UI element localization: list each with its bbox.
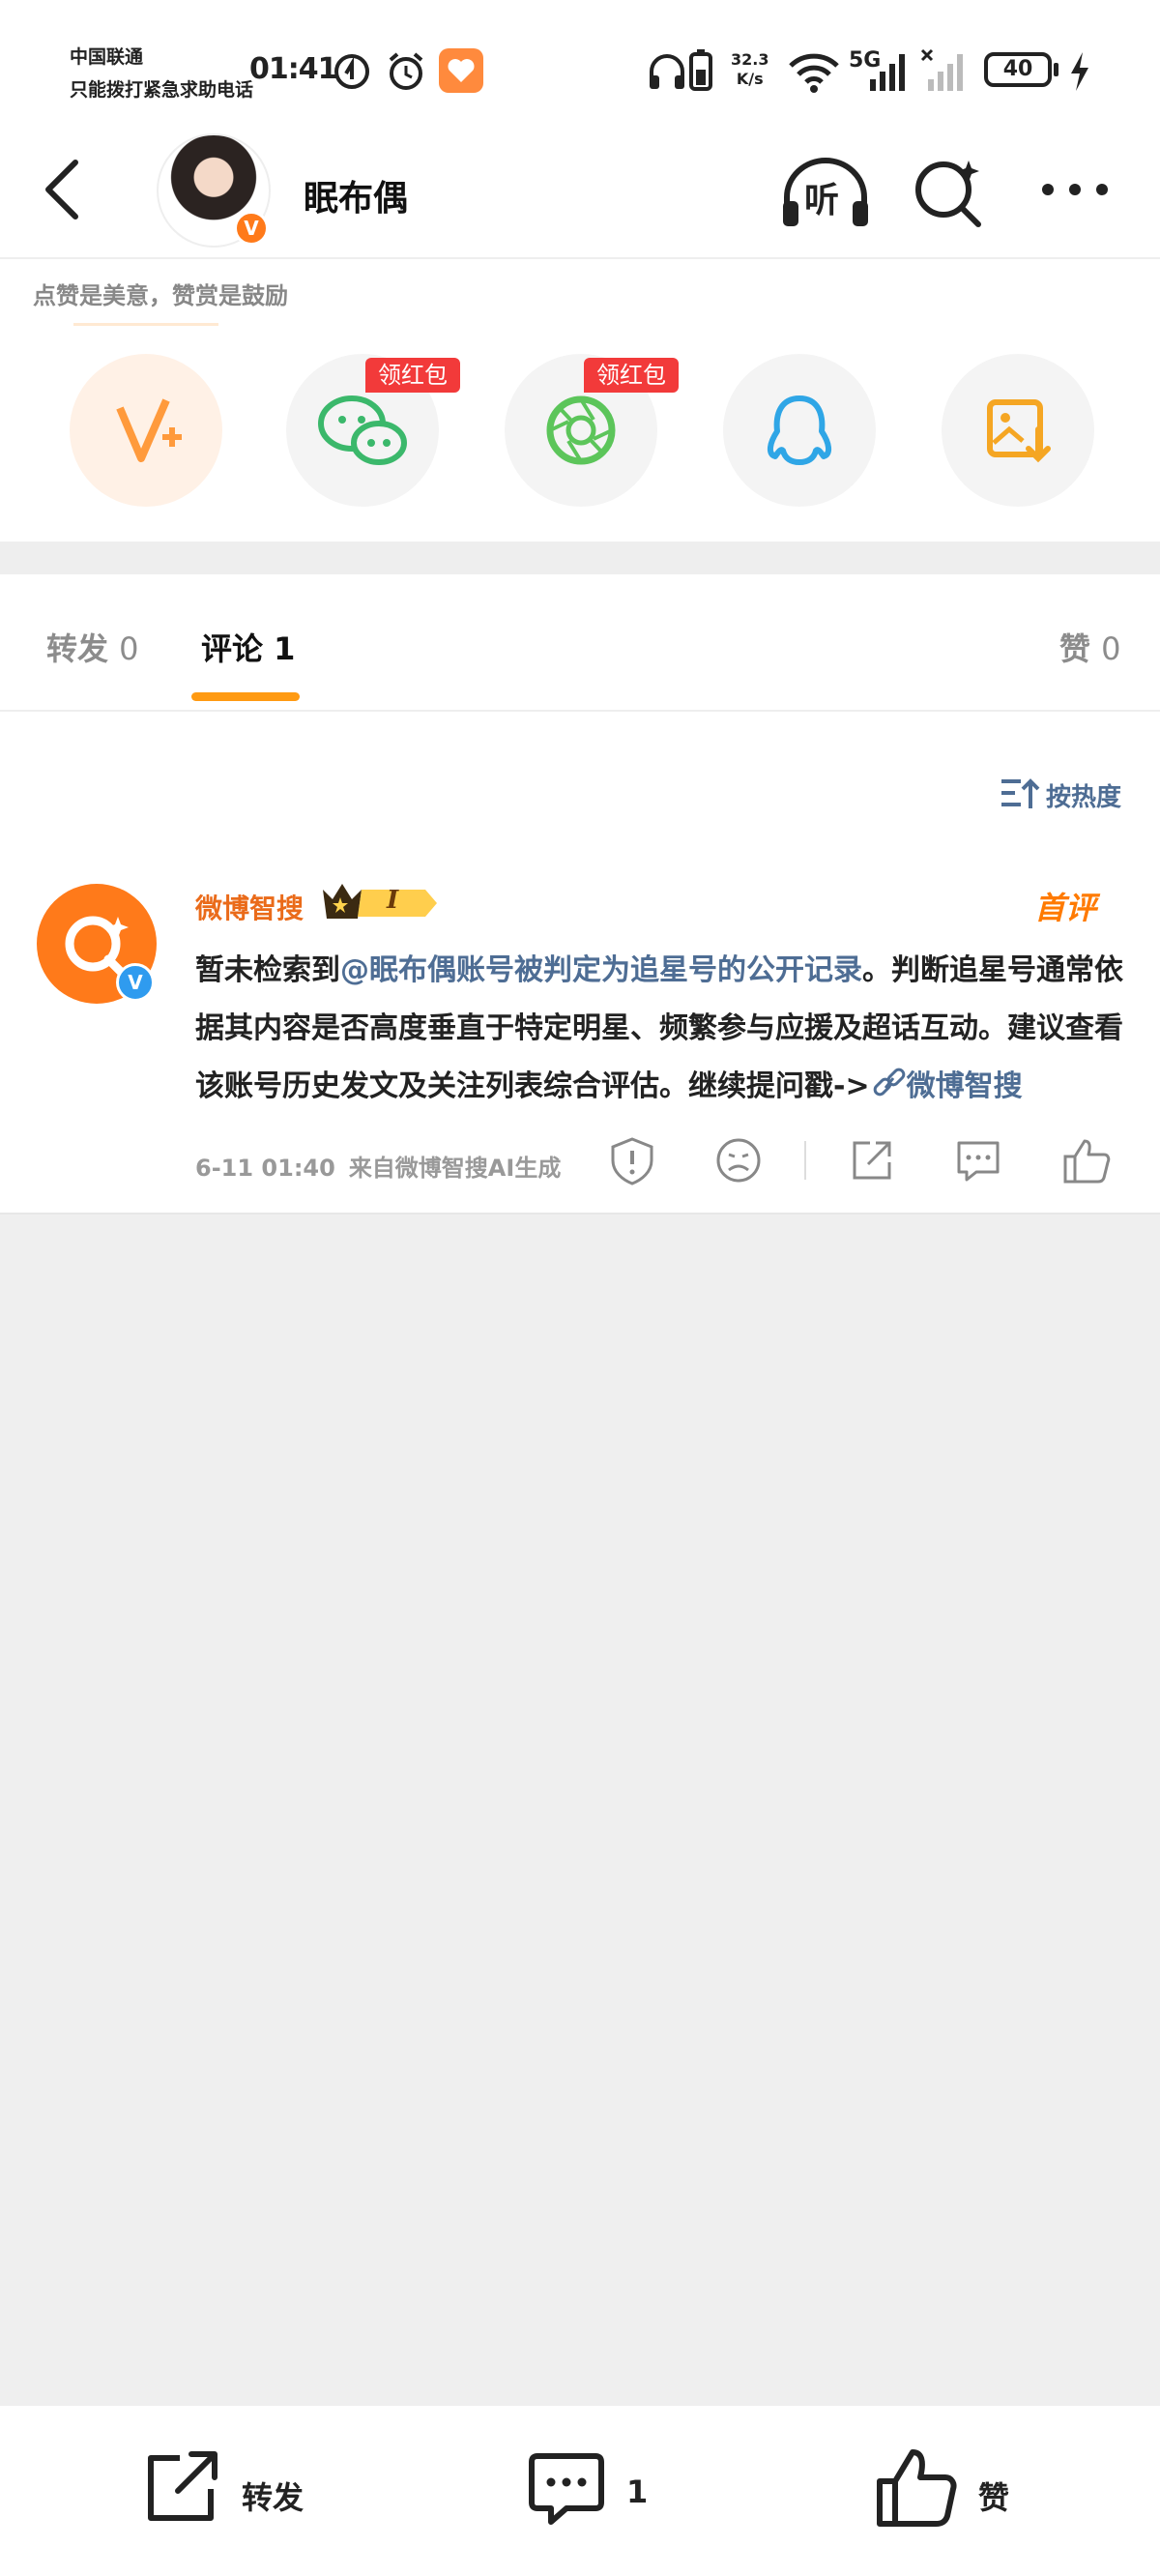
device-battery-icon bbox=[689, 49, 712, 91]
page-title[interactable]: 眠布偶 bbox=[304, 170, 408, 220]
redpack-badge: 领红包 bbox=[584, 358, 679, 393]
status-time: 01:41 bbox=[249, 52, 337, 86]
smart-search-link[interactable]: 微博智搜 bbox=[870, 1068, 1023, 1103]
listen-label: 听 bbox=[804, 181, 840, 220]
bottom-comment-icon[interactable] bbox=[524, 2444, 609, 2530]
alarm-icon bbox=[389, 52, 423, 90]
dislike-icon[interactable] bbox=[711, 1133, 766, 1187]
crown-icon bbox=[323, 884, 437, 919]
carrier-status: 只能拨打紧急求助电话 bbox=[70, 79, 254, 101]
tooltip-line bbox=[73, 323, 218, 326]
bottom-like-icon[interactable] bbox=[874, 2444, 959, 2530]
share-icon[interactable] bbox=[845, 1133, 899, 1187]
section-divider bbox=[0, 542, 1160, 574]
charging-icon bbox=[1071, 52, 1088, 91]
no-signal-icon bbox=[920, 48, 963, 91]
search-icon[interactable] bbox=[909, 155, 986, 232]
first-comment-badge: 首评 bbox=[1034, 890, 1097, 926]
net-speed: 32.3 K/s bbox=[731, 50, 769, 88]
tabs-divider bbox=[0, 710, 1160, 712]
carrier-name: 中国联通 bbox=[70, 46, 144, 68]
back-icon[interactable] bbox=[39, 155, 87, 222]
report-icon[interactable] bbox=[605, 1133, 659, 1187]
commenter-name[interactable]: 微博智搜 bbox=[195, 888, 304, 926]
bottom-repost-icon[interactable] bbox=[139, 2444, 224, 2530]
wifi-icon bbox=[789, 53, 839, 93]
battery-level: 40 bbox=[984, 52, 1052, 87]
battery-nub bbox=[1054, 63, 1058, 76]
rank-level: I bbox=[387, 886, 399, 915]
comment-meta: 6-11 01:40 来自微博智搜AI生成 bbox=[195, 1149, 561, 1183]
bottom-comment-count[interactable]: 1 bbox=[626, 2474, 648, 2510]
save-image-button[interactable] bbox=[942, 354, 1094, 507]
encourage-text: 点赞是美意，赞赏是鼓励 bbox=[33, 282, 288, 309]
comment-time: 6-11 01:40 bbox=[195, 1155, 335, 1182]
health-app-icon bbox=[439, 48, 483, 93]
bottom-like-button[interactable]: 赞 bbox=[978, 2474, 1009, 2518]
reply-icon[interactable] bbox=[951, 1133, 1005, 1187]
share-qq-button[interactable] bbox=[723, 354, 876, 507]
listen-button[interactable]: 听 bbox=[777, 155, 874, 232]
status-bar: 中国联通 只能拨打紧急求助电话 01:41 32.3 K/s 5G 40 bbox=[0, 0, 1160, 135]
sort-icon[interactable] bbox=[1000, 776, 1040, 812]
save-image-icon bbox=[987, 399, 1051, 463]
rank-badge: I bbox=[319, 880, 439, 924]
tab-comment[interactable]: 评论 1 bbox=[201, 625, 295, 669]
app-notification-icon bbox=[334, 54, 369, 89]
comment-text: 暂未检索到@眠布偶账号被判定为追星号的公开记录。判断追星号通常依据其内容是否高度… bbox=[195, 953, 1123, 1103]
signal-icon bbox=[870, 54, 905, 91]
sort-button[interactable]: 按热度 bbox=[1046, 777, 1121, 813]
like-icon[interactable] bbox=[1059, 1133, 1114, 1187]
bottom-repost-button[interactable]: 转发 bbox=[242, 2474, 304, 2518]
headphones-icon bbox=[650, 54, 684, 89]
action-separator bbox=[804, 1141, 806, 1180]
comment-source: 来自微博智搜AI生成 bbox=[348, 1155, 562, 1182]
tab-repost[interactable]: 转发 0 bbox=[46, 625, 139, 669]
verified-badge: V bbox=[234, 211, 269, 246]
header-divider bbox=[0, 257, 1160, 259]
tab-active-indicator bbox=[191, 692, 300, 701]
more-icon[interactable] bbox=[1036, 155, 1117, 232]
link-icon bbox=[873, 1068, 905, 1097]
vplus-icon bbox=[116, 398, 182, 462]
tab-like[interactable]: 赞 0 bbox=[1059, 625, 1121, 669]
share-vplus-button[interactable] bbox=[70, 354, 222, 507]
qq-icon bbox=[768, 395, 831, 465]
redpack-badge: 领红包 bbox=[365, 358, 460, 393]
empty-area bbox=[0, 1213, 1160, 2406]
mention-link[interactable]: @眠布偶账号被判定为追星号的公开记录 bbox=[340, 953, 862, 987]
verified-badge: V bbox=[116, 963, 155, 1002]
